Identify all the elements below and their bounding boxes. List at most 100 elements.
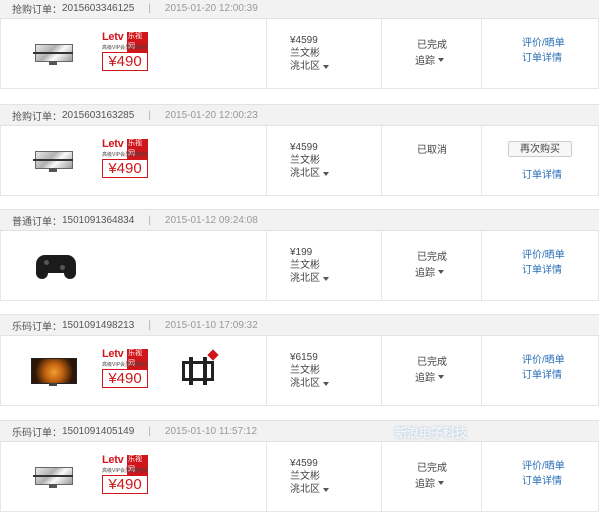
region-dropdown[interactable]: 洮北区	[290, 272, 329, 285]
order-list: 抢购订单： 2015603346125 | 2015-01-20 12:00:3…	[0, 0, 599, 514]
order-body: Letv 乐视网 高级VIP会员年服务费 ¥490 ¥4599 兰文彬 洮北区 …	[0, 442, 599, 512]
letv-logo: Letv	[102, 454, 124, 466]
track-label: 追踪	[415, 56, 435, 67]
letv-logo: Letv	[102, 31, 124, 43]
vip-card-thumbnail[interactable]: Letv 乐视网 高级VIP会员年服务费 ¥490	[102, 138, 148, 178]
order-items: Letv 乐视网 高级VIP会员年服务费 ¥490	[1, 442, 267, 511]
region-dropdown[interactable]: 洮北区	[290, 377, 329, 390]
rebuy-button[interactable]: 再次购买	[508, 141, 572, 157]
order-status: 已取消	[417, 145, 447, 156]
order-card: 乐码订单： 1501091498213 | 2015-01-10 17:09:3…	[0, 314, 599, 406]
tv-product-thumbnail[interactable]	[33, 464, 73, 490]
tv-product-thumbnail[interactable]	[33, 148, 73, 174]
order-price: ¥199	[290, 247, 313, 258]
order-details-link[interactable]: 订单详情	[522, 261, 562, 276]
chevron-down-icon	[438, 481, 444, 485]
order-price-column: ¥4599 兰文彬 洮北区	[266, 19, 382, 88]
region-dropdown[interactable]: 洮北区	[290, 167, 329, 180]
track-dropdown[interactable]: 追踪	[415, 475, 444, 490]
order-time: 2015-01-20 12:00:23	[164, 109, 258, 121]
tv-product-thumbnail[interactable]	[31, 358, 77, 388]
order-number: 1501091364834	[62, 214, 135, 226]
review-link[interactable]: 评价/晒单	[522, 34, 565, 49]
letv-logo: Letv	[102, 138, 124, 150]
order-items: Letv 乐视网 高级VIP会员年服务费 ¥490	[1, 126, 267, 195]
order-number: 1501091498213	[62, 319, 135, 331]
region-dropdown[interactable]: 洮北区	[290, 483, 329, 496]
order-details-link[interactable]: 订单详情	[522, 49, 562, 64]
gamepad-product-thumbnail[interactable]	[34, 251, 78, 281]
chevron-down-icon	[438, 270, 444, 274]
order-status: 已完成	[417, 357, 447, 368]
track-dropdown[interactable]: 追踪	[415, 52, 444, 67]
order-card: 普通订单： 1501091364834 | 2015-01-12 09:24:0…	[0, 209, 599, 301]
review-link[interactable]: 评价/晒单	[522, 457, 565, 472]
order-header: 抢购订单： 2015603346125 | 2015-01-20 12:00:3…	[0, 0, 599, 19]
track-label: 追踪	[415, 479, 435, 490]
header-separator: |	[148, 2, 151, 14]
chevron-down-icon	[323, 172, 329, 176]
order-price-column: ¥4599 兰文彬 洮北区	[266, 442, 382, 511]
order-type-label: 乐码订单：	[12, 321, 62, 333]
track-label: 追踪	[415, 373, 435, 384]
order-number: 2015603346125	[62, 2, 135, 14]
chevron-down-icon	[323, 65, 329, 69]
vip-card-subtitle: 高级VIP会员年服务费	[102, 468, 148, 474]
vip-card-price: ¥490	[102, 369, 148, 388]
order-price: ¥4599	[290, 35, 318, 46]
order-actions: 评价/晒单 订单详情	[481, 19, 599, 88]
order-number: 1501091405149	[62, 425, 135, 437]
order-price: ¥6159	[290, 352, 318, 363]
chevron-down-icon	[323, 488, 329, 492]
region-label: 洮北区	[290, 61, 320, 72]
order-type-label: 抢购订单：	[12, 111, 62, 123]
header-separator: |	[148, 109, 151, 121]
order-number: 2015603163285	[62, 109, 135, 121]
vip-card-subtitle: 高级VIP会员年服务费	[102, 45, 148, 51]
wall-mount-product-thumbnail[interactable]	[179, 349, 219, 391]
order-price-column: ¥199 兰文彬 洮北区	[266, 231, 382, 300]
order-type-label: 乐码订单：	[12, 427, 62, 439]
order-status: 已完成	[417, 40, 447, 51]
recipient-name: 兰文彬	[290, 48, 320, 59]
order-body: ¥199 兰文彬 洮北区 已完成 追踪 评价/晒单 订单详情	[0, 231, 599, 301]
order-status-column: 已取消	[381, 126, 482, 195]
order-body: Letv 乐视网 高级VIP会员年服务费 ¥490 ¥4599 兰文彬 洮北区 …	[0, 126, 599, 196]
tv-product-thumbnail[interactable]	[33, 41, 73, 67]
order-items	[1, 231, 267, 300]
region-label: 洮北区	[290, 168, 320, 179]
order-details-link[interactable]: 订单详情	[522, 166, 562, 181]
recipient-name: 兰文彬	[290, 260, 320, 271]
recipient-name: 兰文彬	[290, 365, 320, 376]
track-label: 追踪	[415, 268, 435, 279]
vip-card-subtitle: 高级VIP会员年服务费	[102, 152, 148, 158]
chevron-down-icon	[323, 382, 329, 386]
order-price: ¥4599	[290, 142, 318, 153]
order-card: 抢购订单： 2015603346125 | 2015-01-20 12:00:3…	[0, 0, 599, 89]
vip-card-price: ¥490	[102, 475, 148, 494]
vip-card-thumbnail[interactable]: Letv 乐视网 高级VIP会员年服务费 ¥490	[102, 31, 148, 71]
chevron-down-icon	[323, 277, 329, 281]
vip-card-thumbnail[interactable]: Letv 乐视网 高级VIP会员年服务费 ¥490	[102, 348, 148, 388]
order-items: Letv 乐视网 高级VIP会员年服务费 ¥490	[1, 19, 267, 88]
order-time: 2015-01-12 09:24:08	[164, 214, 258, 226]
region-dropdown[interactable]: 洮北区	[290, 60, 329, 73]
order-price-column: ¥6159 兰文彬 洮北区	[266, 336, 382, 405]
review-link[interactable]: 评价/晒单	[522, 351, 565, 366]
order-details-link[interactable]: 订单详情	[522, 366, 562, 381]
order-card: 抢购订单： 2015603163285 | 2015-01-20 12:00:2…	[0, 104, 599, 196]
review-link[interactable]: 评价/晒单	[522, 246, 565, 261]
track-dropdown[interactable]: 追踪	[415, 369, 444, 384]
track-dropdown[interactable]: 追踪	[415, 264, 444, 279]
order-details-link[interactable]: 订单详情	[522, 472, 562, 487]
order-status-column: 已完成 追踪	[381, 19, 482, 88]
header-separator: |	[148, 319, 151, 331]
order-time: 2015-01-10 11:57:12	[164, 425, 258, 437]
order-actions: 再次购买 订单详情	[481, 126, 599, 195]
vip-card-thumbnail[interactable]: Letv 乐视网 高级VIP会员年服务费 ¥490	[102, 454, 148, 494]
order-header: 普通订单： 1501091364834 | 2015-01-12 09:24:0…	[0, 209, 599, 231]
region-label: 洮北区	[290, 378, 320, 389]
chevron-down-icon	[438, 58, 444, 62]
header-separator: |	[148, 425, 151, 437]
letv-logo: Letv	[102, 348, 124, 360]
